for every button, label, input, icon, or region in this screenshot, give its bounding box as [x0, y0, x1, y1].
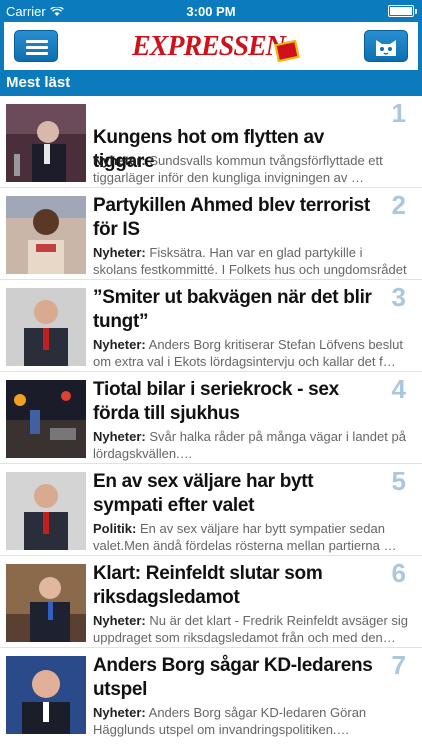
- article-thumbnail: [6, 380, 86, 458]
- article-list: 1 Kungens hot om flytten av tiggare Nyhe…: [0, 96, 422, 750]
- article-summary: Nyheter: Svår halka råder på många vägar…: [93, 428, 409, 462]
- article-title: Tiotal bilar i seriekrock - sex förda ti…: [93, 379, 339, 424]
- menu-button[interactable]: [14, 30, 58, 62]
- expressen-logo[interactable]: EXPRESSEN: [132, 30, 300, 64]
- article-summary: Nyheter: Anders Borg sågar KD-ledaren Gö…: [93, 704, 409, 738]
- article-category: Nyheter:: [93, 705, 146, 720]
- article-title: ”Smiter ut bakvägen när det blir tungt”: [93, 287, 372, 332]
- article-thumbnail: [6, 104, 86, 182]
- section-header: Mest läst: [0, 70, 422, 96]
- article-thumbnail: [6, 564, 86, 642]
- kids-button[interactable]: [364, 30, 408, 62]
- article-item[interactable]: 4 Tiotal bilar i seriekrock - sex förda …: [0, 372, 422, 464]
- cat-face-icon: [376, 40, 396, 56]
- section-title: Mest läst: [6, 74, 71, 91]
- article-summary: Nyheter: Nu är det klart - Fredrik Reinf…: [93, 612, 409, 646]
- article-title: Partykillen Ahmed blev terrorist för IS: [93, 195, 370, 240]
- article-title: En av sex väljare har bytt sympati efter…: [93, 471, 314, 516]
- article-summary-text: En av sex väljare har bytt sympatier sed…: [93, 521, 397, 553]
- rank-number: 5: [391, 466, 406, 496]
- article-summary: Nyheter: Anders Borg kritiserar Stefan L…: [93, 336, 409, 370]
- article-title: Klart: Reinfeldt slutar som riksdagsleda…: [93, 563, 323, 608]
- rank-number: 4: [391, 374, 406, 404]
- rank-number: 1: [391, 98, 406, 128]
- article-summary: Nyheter: Fisksätra. Han var en glad part…: [93, 244, 409, 278]
- article-item[interactable]: 3 ”Smiter ut bakvägen när det blir tungt…: [0, 280, 422, 372]
- article-category: Nyheter:: [93, 429, 146, 444]
- article-summary: Politik: En av sex väljare har bytt symp…: [93, 520, 409, 554]
- rank-number: 6: [391, 558, 406, 588]
- logo-badge-icon: [274, 39, 300, 63]
- article-item[interactable]: 5 En av sex väljare har bytt sympati eft…: [0, 464, 422, 556]
- status-time: 3:00 PM: [186, 4, 236, 19]
- article-item[interactable]: 6 Klart: Reinfeldt slutar som riksdagsle…: [0, 556, 422, 648]
- battery-icon: [388, 5, 417, 17]
- article-thumbnail: [6, 288, 86, 366]
- rank-number: 2: [391, 190, 406, 220]
- article-category: Nyheter:: [93, 245, 146, 260]
- article-category: Politik:: [93, 521, 137, 536]
- status-bar: Carrier 3:00 PM: [0, 0, 422, 22]
- article-category: Nyheter:: [93, 337, 146, 352]
- rank-number: 3: [391, 282, 406, 312]
- article-thumbnail: [6, 656, 86, 734]
- article-item[interactable]: 1 Kungens hot om flytten av tiggare Nyhe…: [0, 96, 422, 188]
- article-summary: Nyheter: Sundsvalls kommun tvångsförflyt…: [93, 152, 409, 186]
- app-header: EXPRESSEN: [0, 22, 422, 70]
- logo-text: EXPRESSEN: [132, 31, 286, 62]
- article-thumbnail: [6, 472, 86, 550]
- rank-number: 7: [391, 650, 406, 680]
- article-item[interactable]: 2 Partykillen Ahmed blev terrorist för I…: [0, 188, 422, 280]
- article-title: Anders Borg sågar KD-ledarens utspel: [93, 655, 373, 700]
- article-item[interactable]: 7 Anders Borg sågar KD-ledarens utspel N…: [0, 648, 422, 740]
- article-thumbnail: [6, 196, 86, 274]
- hamburger-icon: [26, 40, 48, 43]
- article-category: Nyheter:: [93, 613, 146, 628]
- article-category: Nyheter:: [93, 153, 146, 168]
